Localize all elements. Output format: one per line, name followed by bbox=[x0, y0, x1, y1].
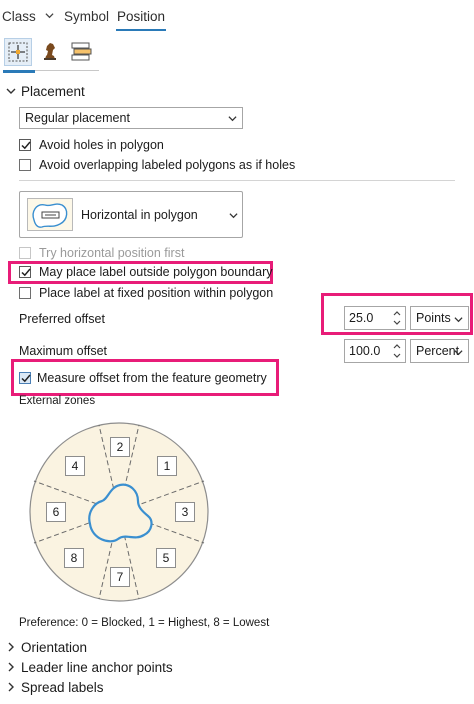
position-crosshair-icon bbox=[8, 42, 28, 62]
section-orientation-label: Orientation bbox=[21, 640, 88, 655]
subtab-conflict[interactable] bbox=[37, 38, 65, 66]
zone-3[interactable]: 3 bbox=[175, 502, 195, 522]
divider bbox=[19, 180, 455, 181]
preferred-offset-unit-select[interactable]: Points bbox=[410, 306, 469, 330]
checkmark-icon bbox=[21, 374, 31, 383]
maximum-offset-unit-value: Percent bbox=[416, 344, 460, 358]
tab-class[interactable]: Class bbox=[2, 9, 54, 24]
section-spread-labels[interactable]: Spread labels bbox=[6, 680, 104, 695]
checkmark-icon bbox=[21, 141, 31, 150]
maximum-offset-unit-select[interactable]: Percent bbox=[410, 339, 469, 363]
may-place-outside-label: May place label outside polygon boundary bbox=[39, 265, 273, 279]
preference-note: Preference: 0 = Blocked, 1 = Highest, 8 … bbox=[19, 617, 270, 629]
section-orientation[interactable]: Orientation bbox=[6, 640, 87, 655]
avoid-holes-checkbox[interactable] bbox=[19, 139, 31, 151]
chevron-down-icon bbox=[454, 317, 463, 323]
section-spread-labels-label: Spread labels bbox=[21, 680, 104, 695]
zone-4[interactable]: 4 bbox=[65, 456, 85, 476]
preferred-offset-value: 25.0 bbox=[349, 311, 374, 325]
polygon-placement-style-value: Horizontal in polygon bbox=[81, 208, 198, 222]
label-stacking-icon bbox=[71, 42, 92, 61]
spinner-arrows-icon[interactable] bbox=[392, 309, 402, 327]
subtab-position[interactable] bbox=[4, 38, 32, 66]
zone-1[interactable]: 1 bbox=[157, 456, 177, 476]
subtab-bar bbox=[0, 36, 100, 74]
polygon-placement-style-select[interactable]: Horizontal in polygon bbox=[19, 191, 243, 238]
tab-bar: Class Symbol Position bbox=[0, 0, 474, 34]
section-leader-line-label: Leader line anchor points bbox=[21, 660, 173, 675]
avoid-overlap-checkbox[interactable] bbox=[19, 159, 31, 171]
chevron-right-icon bbox=[8, 642, 14, 652]
checkmark-icon bbox=[21, 268, 31, 277]
chevron-down-icon bbox=[454, 350, 463, 356]
preferred-offset-unit-value: Points bbox=[416, 311, 451, 325]
chevron-right-icon bbox=[8, 662, 14, 672]
polygon-style-icon bbox=[27, 198, 73, 231]
active-tab-indicator bbox=[116, 29, 166, 31]
measure-offset-checkbox[interactable] bbox=[19, 372, 31, 384]
chevron-down-icon bbox=[228, 116, 237, 122]
maximum-offset-label: Maximum offset bbox=[19, 344, 107, 358]
active-subtab-indicator bbox=[3, 70, 35, 73]
avoid-overlap-label: Avoid overlapping labeled polygons as if… bbox=[39, 158, 296, 172]
external-zones-label: External zones bbox=[19, 395, 96, 407]
zone-2[interactable]: 2 bbox=[110, 437, 130, 457]
section-placement-label: Placement bbox=[21, 84, 85, 99]
subtab-stacking[interactable] bbox=[68, 38, 96, 66]
fixed-position-checkbox[interactable] bbox=[19, 287, 31, 299]
section-leader-line[interactable]: Leader line anchor points bbox=[6, 660, 173, 675]
zone-8[interactable]: 8 bbox=[64, 548, 84, 568]
chevron-down-icon bbox=[6, 88, 16, 94]
zone-5[interactable]: 5 bbox=[156, 548, 176, 568]
tab-class-label: Class bbox=[2, 9, 36, 24]
zone-6[interactable]: 6 bbox=[46, 502, 66, 522]
maximum-offset-input[interactable]: 100.0 bbox=[344, 339, 406, 363]
fixed-position-label: Place label at fixed position within pol… bbox=[39, 286, 274, 300]
avoid-holes-label: Avoid holes in polygon bbox=[39, 138, 164, 152]
section-placement[interactable]: Placement bbox=[6, 84, 85, 99]
chevron-down-icon bbox=[229, 213, 238, 219]
maximum-offset-value: 100.0 bbox=[349, 344, 381, 358]
tab-position[interactable]: Position bbox=[117, 9, 165, 24]
measure-offset-label: Measure offset from the feature geometry bbox=[37, 371, 267, 385]
tab-symbol[interactable]: Symbol bbox=[64, 9, 109, 24]
placement-method-select[interactable]: Regular placement bbox=[19, 107, 243, 129]
try-horizontal-label: Try horizontal position first bbox=[39, 246, 185, 260]
zone-7[interactable]: 7 bbox=[110, 567, 130, 587]
preferred-offset-input[interactable]: 25.0 bbox=[344, 306, 406, 330]
placement-method-value: Regular placement bbox=[25, 111, 130, 125]
try-horizontal-checkbox[interactable] bbox=[19, 247, 31, 259]
chevron-down-icon bbox=[44, 13, 54, 19]
preferred-offset-label: Preferred offset bbox=[19, 312, 105, 326]
chevron-right-icon bbox=[8, 682, 14, 692]
chess-knight-icon bbox=[44, 43, 56, 60]
may-place-outside-checkbox[interactable] bbox=[19, 266, 31, 278]
spinner-arrows-icon[interactable] bbox=[392, 342, 402, 360]
